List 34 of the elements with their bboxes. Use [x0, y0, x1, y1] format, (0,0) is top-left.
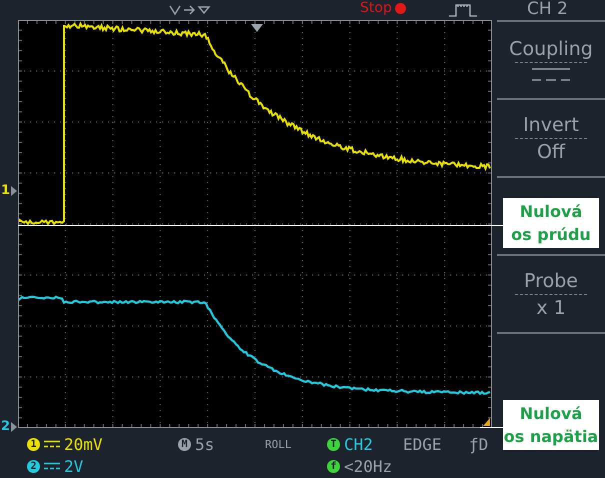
channel-scale: 2V: [64, 456, 84, 476]
channel-badge: 2: [27, 460, 40, 472]
pulse-icon: [448, 3, 478, 17]
run-state: Stop: [360, 0, 392, 16]
filter-value: <20Hz: [344, 456, 392, 476]
menu-title[interactable]: Probe: [524, 270, 578, 292]
channel-marker: 1: [1, 183, 10, 198]
channel-title: CH 2: [527, 0, 568, 19]
channel-scale: 20mV: [64, 434, 103, 454]
zoom-arrows-icon: [168, 3, 212, 17]
trigger-slope: ƒD: [469, 434, 488, 454]
trigger-source: CH2: [344, 434, 373, 454]
menu-value: Off: [536, 140, 566, 162]
trigger-level-icon: [483, 418, 490, 426]
timebase-badge: M: [178, 438, 191, 450]
stop-icon: [394, 2, 406, 14]
filter-badge: f: [327, 460, 340, 472]
acquire-mode: ROLL: [265, 438, 292, 450]
annotation-label: Nulová os prúdu: [503, 198, 599, 248]
menu-title[interactable]: Invert: [523, 114, 579, 136]
leader-line: [480, 427, 503, 428]
menu-value: x 1: [536, 296, 566, 318]
timebase-value: 5s: [195, 434, 214, 454]
menu-title[interactable]: Coupling: [509, 38, 593, 60]
dc-icon: [44, 440, 60, 448]
annotation-label: Nulová os napätia: [503, 400, 599, 450]
trigger-badge: T: [327, 438, 340, 450]
trigger-position-icon: [251, 24, 263, 32]
trigger-type: EDGE: [403, 434, 442, 454]
marker-arrow-icon: [11, 186, 18, 196]
channel-badge: 1: [27, 438, 40, 450]
channel-marker: 2: [1, 419, 10, 434]
marker-arrow-icon: [11, 422, 18, 432]
dc-icon: [44, 462, 60, 470]
